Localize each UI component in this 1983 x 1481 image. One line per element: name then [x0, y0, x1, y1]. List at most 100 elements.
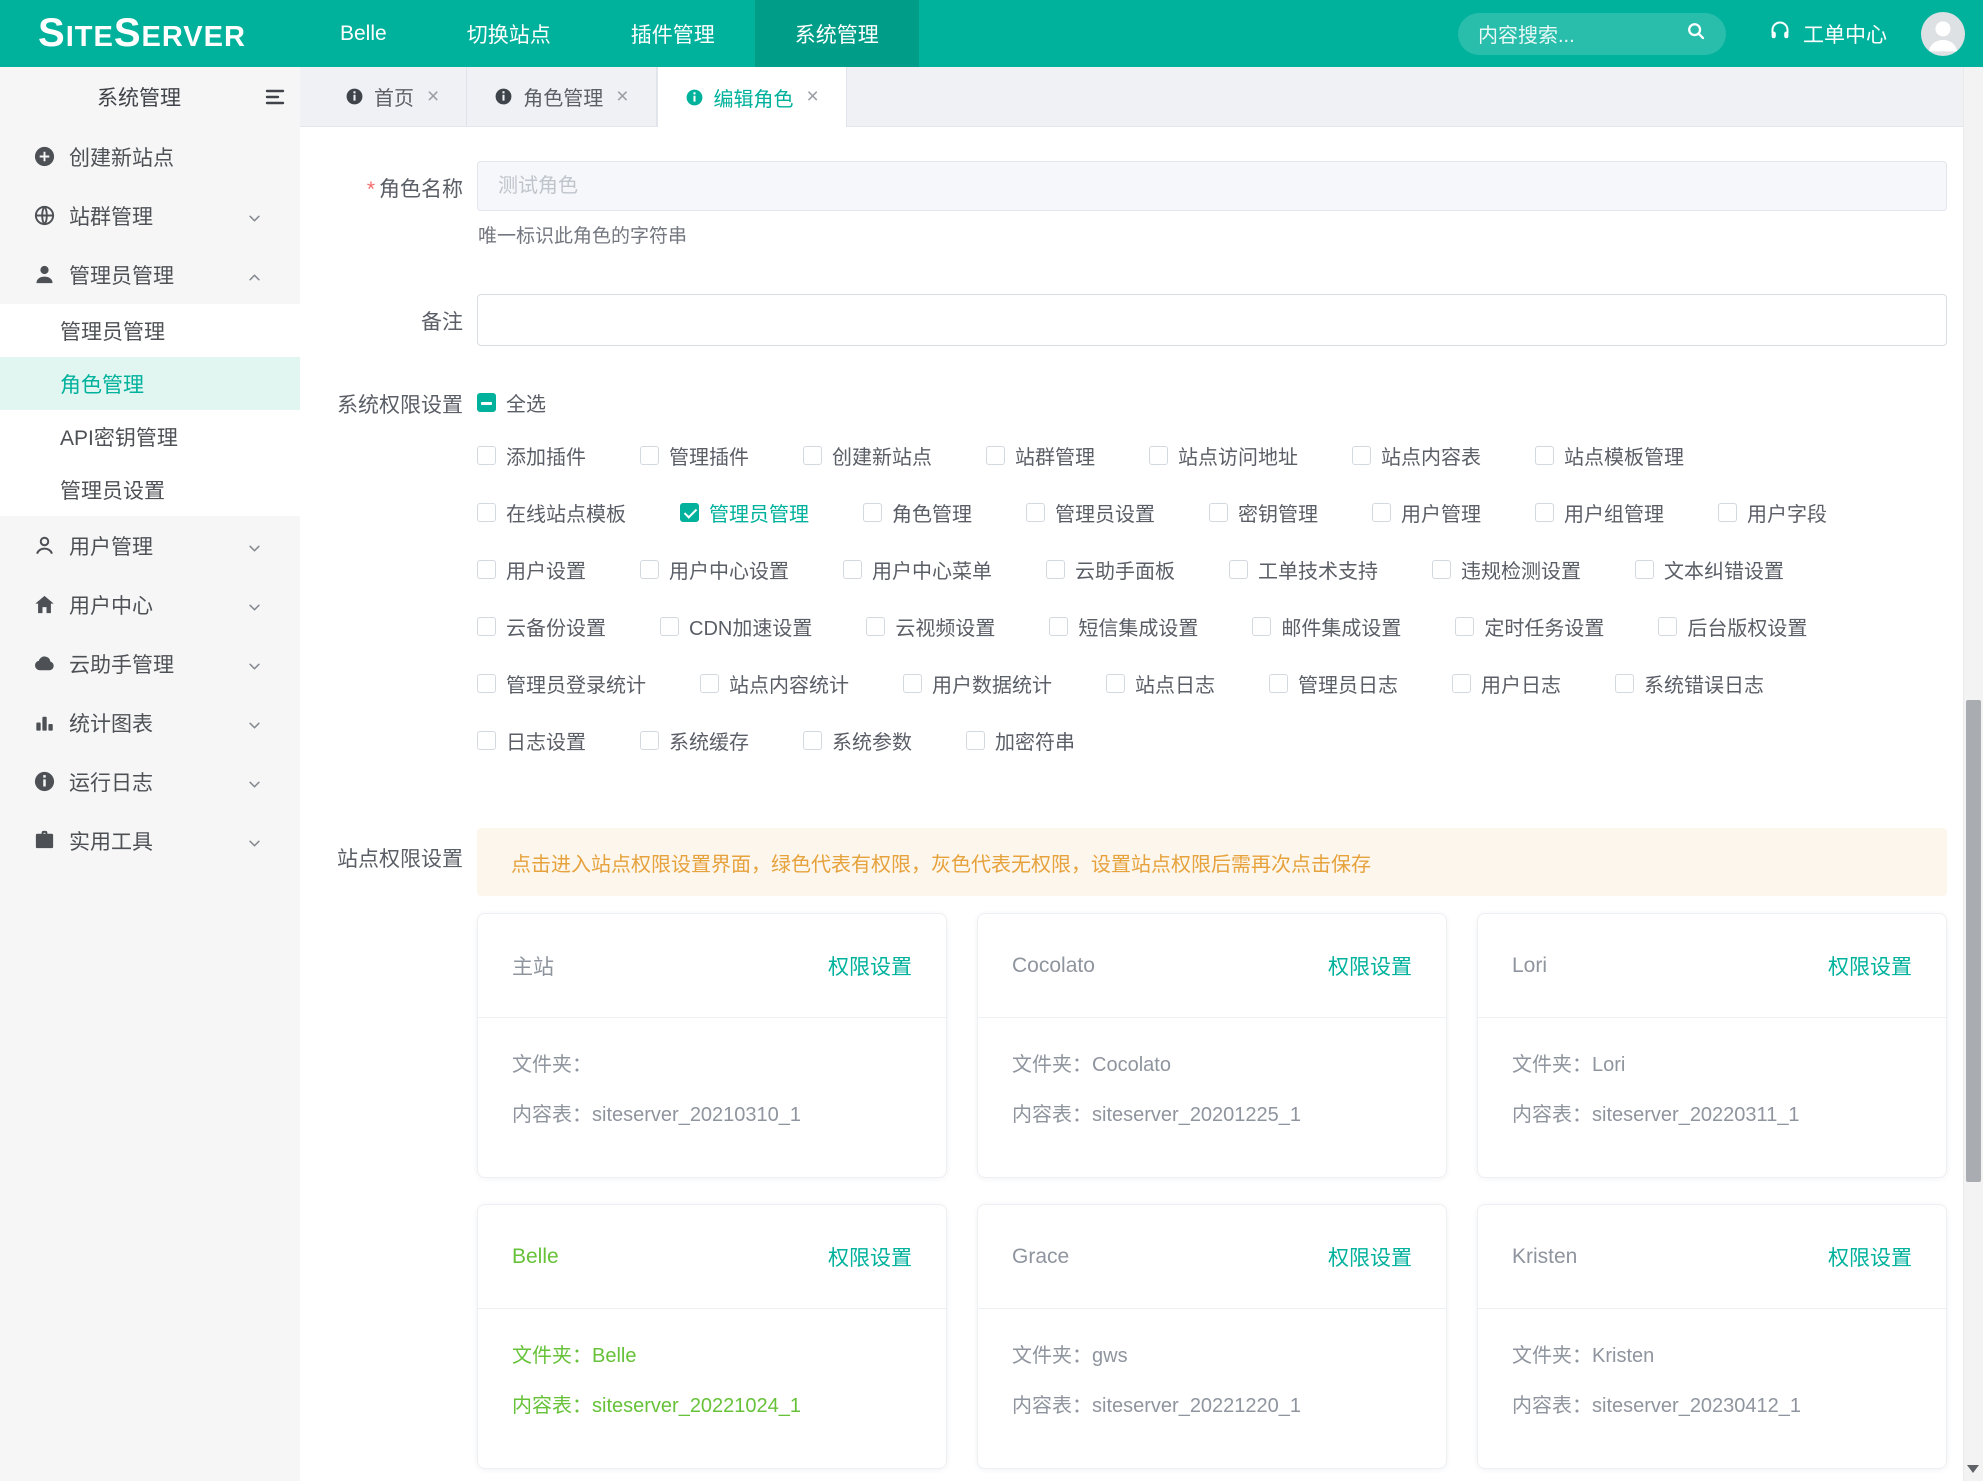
sidebar-item-1[interactable]: 创建新站点 — [0, 127, 300, 186]
permission-checkbox[interactable]: 邮件集成设置 — [1252, 612, 1401, 641]
permission-checkbox[interactable]: 云助手面板 — [1046, 555, 1175, 584]
permission-checkbox[interactable]: 用户中心菜单 — [843, 555, 992, 584]
permission-checkbox[interactable]: 工单技术支持 — [1229, 555, 1378, 584]
unchecked-checkbox-icon[interactable] — [843, 560, 862, 579]
unchecked-checkbox-icon[interactable] — [1718, 503, 1737, 522]
unchecked-checkbox-icon[interactable] — [477, 617, 496, 636]
permission-checkbox[interactable]: 违规检测设置 — [1432, 555, 1581, 584]
checked-checkbox-icon[interactable] — [680, 503, 699, 522]
unchecked-checkbox-icon[interactable] — [640, 731, 659, 750]
unchecked-checkbox-icon[interactable] — [1535, 503, 1554, 522]
permission-checkbox[interactable]: 站点模板管理 — [1535, 441, 1684, 470]
select-all-checkbox[interactable]: 全选 — [477, 377, 546, 417]
unchecked-checkbox-icon[interactable] — [966, 731, 985, 750]
unchecked-checkbox-icon[interactable] — [866, 617, 885, 636]
unchecked-checkbox-icon[interactable] — [477, 731, 496, 750]
search-input[interactable]: 内容搜索... — [1458, 13, 1726, 55]
permission-checkbox[interactable]: 站点日志 — [1106, 669, 1215, 698]
tab-3[interactable]: 编辑角色× — [657, 67, 847, 127]
permission-checkbox[interactable]: 用户组管理 — [1535, 498, 1664, 527]
sidebar-item-9[interactable]: 实用工具 — [0, 811, 300, 870]
unchecked-checkbox-icon[interactable] — [1452, 674, 1471, 693]
permission-checkbox[interactable]: CDN加速设置 — [660, 612, 812, 641]
unchecked-checkbox-icon[interactable] — [1252, 617, 1271, 636]
unchecked-checkbox-icon[interactable] — [803, 446, 822, 465]
unchecked-checkbox-icon[interactable] — [1049, 617, 1068, 636]
close-icon[interactable]: × — [616, 85, 628, 109]
permission-checkbox[interactable]: 云备份设置 — [477, 612, 606, 641]
permission-checkbox[interactable]: 管理插件 — [640, 441, 749, 470]
vertical-scrollbar[interactable] — [1963, 67, 1983, 1481]
permission-checkbox[interactable]: 用户中心设置 — [640, 555, 789, 584]
close-icon[interactable]: × — [807, 85, 819, 109]
permission-checkbox[interactable]: 系统错误日志 — [1615, 669, 1764, 698]
permission-checkbox[interactable]: 日志设置 — [477, 726, 586, 755]
permission-checkbox[interactable]: 管理员日志 — [1269, 669, 1398, 698]
unchecked-checkbox-icon[interactable] — [660, 617, 679, 636]
permission-settings-link[interactable]: 权限设置 — [1828, 1242, 1912, 1272]
sidebar-item-8[interactable]: 运行日志 — [0, 752, 300, 811]
unchecked-checkbox-icon[interactable] — [477, 674, 496, 693]
ticket-center-button[interactable]: 工单中心 — [1768, 19, 1887, 49]
unchecked-checkbox-icon[interactable] — [1269, 674, 1288, 693]
permission-checkbox[interactable]: 站点内容统计 — [700, 669, 849, 698]
unchecked-checkbox-icon[interactable] — [1658, 617, 1677, 636]
nav-item-1[interactable]: Belle — [300, 0, 427, 67]
remark-input[interactable] — [477, 294, 1947, 346]
permission-checkbox[interactable]: 创建新站点 — [803, 441, 932, 470]
sidebar-subitem-3[interactable]: API密钥管理 — [0, 410, 300, 463]
permission-checkbox[interactable]: 角色管理 — [863, 498, 972, 527]
sidebar-item-6[interactable]: 云助手管理 — [0, 634, 300, 693]
unchecked-checkbox-icon[interactable] — [903, 674, 922, 693]
unchecked-checkbox-icon[interactable] — [477, 446, 496, 465]
sidebar-item-2[interactable]: 站群管理 — [0, 186, 300, 245]
sidebar-item-4[interactable]: 用户管理 — [0, 516, 300, 575]
permission-checkbox[interactable]: 密钥管理 — [1209, 498, 1318, 527]
unchecked-checkbox-icon[interactable] — [1229, 560, 1248, 579]
close-icon[interactable]: × — [427, 85, 439, 109]
indeterminate-checkbox-icon[interactable] — [477, 393, 496, 412]
unchecked-checkbox-icon[interactable] — [1046, 560, 1065, 579]
sidebar-subitem-4[interactable]: 管理员设置 — [0, 463, 300, 516]
permission-checkbox[interactable]: 用户数据统计 — [903, 669, 1052, 698]
permission-checkbox[interactable]: 文本纠错设置 — [1635, 555, 1784, 584]
permission-checkbox[interactable]: 云视频设置 — [866, 612, 995, 641]
unchecked-checkbox-icon[interactable] — [1432, 560, 1451, 579]
role-name-input[interactable] — [477, 161, 1947, 211]
permission-checkbox[interactable]: 管理员设置 — [1026, 498, 1155, 527]
permission-checkbox[interactable]: 用户管理 — [1372, 498, 1481, 527]
permission-settings-link[interactable]: 权限设置 — [1828, 951, 1912, 981]
unchecked-checkbox-icon[interactable] — [1352, 446, 1371, 465]
permission-checkbox[interactable]: 添加插件 — [477, 441, 586, 470]
unchecked-checkbox-icon[interactable] — [640, 560, 659, 579]
tab-1[interactable]: 首页× — [318, 67, 467, 126]
sidebar-subitem-1[interactable]: 管理员管理 — [0, 304, 300, 357]
permission-checkbox[interactable]: 短信集成设置 — [1049, 612, 1198, 641]
permission-checkbox[interactable]: 管理员管理 — [680, 498, 809, 527]
unchecked-checkbox-icon[interactable] — [1635, 560, 1654, 579]
sidebar-item-5[interactable]: 用户中心 — [0, 575, 300, 634]
unchecked-checkbox-icon[interactable] — [986, 446, 1005, 465]
unchecked-checkbox-icon[interactable] — [700, 674, 719, 693]
unchecked-checkbox-icon[interactable] — [1149, 446, 1168, 465]
scrollbar-down-arrow-icon[interactable] — [1967, 1465, 1979, 1473]
permission-checkbox[interactable]: 用户日志 — [1452, 669, 1561, 698]
tab-2[interactable]: 角色管理× — [467, 67, 656, 126]
permission-checkbox[interactable]: 管理员登录统计 — [477, 669, 646, 698]
permission-checkbox[interactable]: 站群管理 — [986, 441, 1095, 470]
unchecked-checkbox-icon[interactable] — [1026, 503, 1045, 522]
permission-settings-link[interactable]: 权限设置 — [1328, 951, 1412, 981]
avatar[interactable] — [1921, 12, 1965, 56]
nav-item-2[interactable]: 切换站点 — [427, 0, 591, 67]
permission-checkbox[interactable]: 加密符串 — [966, 726, 1075, 755]
collapse-menu-icon[interactable] — [263, 85, 287, 109]
sidebar-subitem-2[interactable]: 角色管理 — [0, 357, 300, 410]
unchecked-checkbox-icon[interactable] — [477, 503, 496, 522]
scrollbar-thumb[interactable] — [1966, 700, 1981, 1182]
unchecked-checkbox-icon[interactable] — [477, 560, 496, 579]
permission-checkbox[interactable]: 系统缓存 — [640, 726, 749, 755]
permission-settings-link[interactable]: 权限设置 — [828, 1242, 912, 1272]
permission-checkbox[interactable]: 用户字段 — [1718, 498, 1827, 527]
permission-checkbox[interactable]: 站点内容表 — [1352, 441, 1481, 470]
permission-settings-link[interactable]: 权限设置 — [1328, 1242, 1412, 1272]
